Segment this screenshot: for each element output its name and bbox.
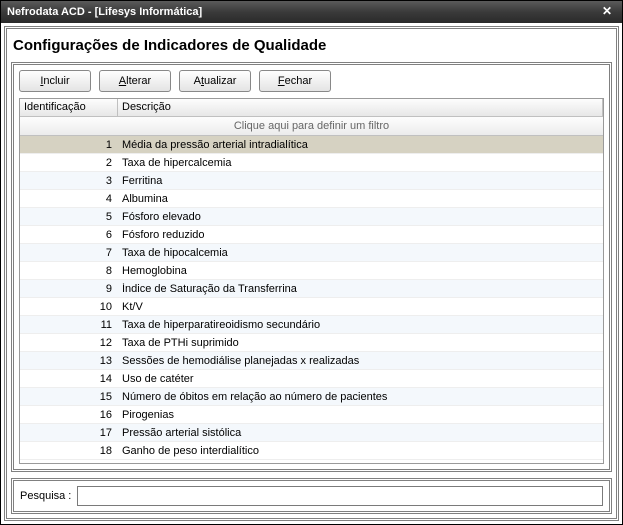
- client-area: Configurações de Indicadores de Qualidad…: [1, 23, 622, 524]
- table-row[interactable]: 3Ferritina: [20, 172, 603, 190]
- cell-desc: Kt/V: [118, 301, 603, 313]
- table-row[interactable]: 8Hemoglobina: [20, 262, 603, 280]
- table-row[interactable]: 7Taxa de hipocalcemia: [20, 244, 603, 262]
- cell-id: 1: [20, 139, 118, 151]
- cell-desc: Média da pressão arterial intradialítica: [118, 139, 603, 151]
- grid-filter-row[interactable]: Clique aqui para definir um filtro: [20, 117, 603, 136]
- cell-id: 6: [20, 229, 118, 241]
- cell-id: 15: [20, 391, 118, 403]
- cell-desc: Pressão arterial sistólica: [118, 427, 603, 439]
- column-header-desc[interactable]: Descrição: [118, 99, 603, 116]
- cell-id: 7: [20, 247, 118, 259]
- atualizar-label-rest: ualizar: [204, 75, 236, 87]
- cell-desc: Pirogenias: [118, 409, 603, 421]
- search-label: Pesquisa :: [20, 490, 71, 502]
- cell-desc: Taxa de hipercalcemia: [118, 157, 603, 169]
- cell-id: 4: [20, 193, 118, 205]
- incluir-label-rest: ncluir: [43, 75, 69, 87]
- cell-desc: Índice de Saturação da Transferrina: [118, 283, 603, 295]
- table-row[interactable]: 10Kt/V: [20, 298, 603, 316]
- table-row[interactable]: 2Taxa de hipercalcemia: [20, 154, 603, 172]
- data-grid: Identificação Descrição Clique aqui para…: [19, 98, 604, 464]
- cell-desc: Número de óbitos em relação ao número de…: [118, 391, 603, 403]
- search-panel: Pesquisa :: [11, 478, 612, 514]
- cell-id: 9: [20, 283, 118, 295]
- cell-desc: Sessões de hemodiálise planejadas x real…: [118, 355, 603, 367]
- table-row[interactable]: 12Taxa de PTHi suprimido: [20, 334, 603, 352]
- cell-id: 3: [20, 175, 118, 187]
- table-row[interactable]: 6Fósforo reduzido: [20, 226, 603, 244]
- fechar-button[interactable]: Fechar: [259, 70, 331, 92]
- alterar-button[interactable]: Alterar: [99, 70, 171, 92]
- cell-id: 13: [20, 355, 118, 367]
- cell-desc: Fósforo reduzido: [118, 229, 603, 241]
- atualizar-button[interactable]: Atualizar: [179, 70, 251, 92]
- cell-id: 17: [20, 427, 118, 439]
- page-title: Configurações de Indicadores de Qualidad…: [11, 33, 612, 62]
- cell-id: 10: [20, 301, 118, 313]
- cell-desc: Uso de catéter: [118, 373, 603, 385]
- cell-desc: Albumina: [118, 193, 603, 205]
- cell-id: 14: [20, 373, 118, 385]
- cell-desc: Taxa de hiperparatireoidismo secundário: [118, 319, 603, 331]
- table-row[interactable]: 1Média da pressão arterial intradialític…: [20, 136, 603, 154]
- table-row[interactable]: 16Pirogenias: [20, 406, 603, 424]
- column-header-id[interactable]: Identificação: [20, 99, 118, 116]
- app-window: Nefrodata ACD - [Lifesys Informática] ✕ …: [0, 0, 623, 525]
- alterar-label-rest: lterar: [126, 75, 151, 87]
- table-row[interactable]: 9Índice de Saturação da Transferrina: [20, 280, 603, 298]
- cell-id: 11: [20, 319, 118, 331]
- table-row[interactable]: 15Número de óbitos em relação ao número …: [20, 388, 603, 406]
- table-row[interactable]: 4Albumina: [20, 190, 603, 208]
- cell-id: 2: [20, 157, 118, 169]
- table-row[interactable]: 11Taxa de hiperparatireoidismo secundári…: [20, 316, 603, 334]
- grid-header: Identificação Descrição: [20, 99, 603, 117]
- cell-id: 16: [20, 409, 118, 421]
- close-icon[interactable]: ✕: [598, 4, 616, 20]
- incluir-button[interactable]: Incluir: [19, 70, 91, 92]
- table-row[interactable]: 18Ganho de peso interdialítico: [20, 442, 603, 460]
- fechar-label-rest: echar: [285, 75, 313, 87]
- grid-body[interactable]: 1Média da pressão arterial intradialític…: [20, 136, 603, 463]
- outer-frame: Configurações de Indicadores de Qualidad…: [4, 26, 619, 521]
- content-frame: Incluir Alterar Atualizar Fechar Identif…: [11, 62, 612, 472]
- cell-id: 5: [20, 211, 118, 223]
- table-row[interactable]: 14Uso de catéter: [20, 370, 603, 388]
- toolbar: Incluir Alterar Atualizar Fechar: [19, 70, 604, 92]
- cell-desc: Taxa de hipocalcemia: [118, 247, 603, 259]
- window-title: Nefrodata ACD - [Lifesys Informática]: [7, 6, 598, 18]
- cell-id: 8: [20, 265, 118, 277]
- table-row[interactable]: 13Sessões de hemodiálise planejadas x re…: [20, 352, 603, 370]
- cell-desc: Ganho de peso interdialítico: [118, 445, 603, 457]
- table-row[interactable]: 5Fósforo elevado: [20, 208, 603, 226]
- cell-id: 18: [20, 445, 118, 457]
- table-row[interactable]: 17Pressão arterial sistólica: [20, 424, 603, 442]
- titlebar: Nefrodata ACD - [Lifesys Informática] ✕: [1, 1, 622, 23]
- cell-desc: Hemoglobina: [118, 265, 603, 277]
- cell-id: 12: [20, 337, 118, 349]
- cell-desc: Taxa de PTHi suprimido: [118, 337, 603, 349]
- cell-desc: Fósforo elevado: [118, 211, 603, 223]
- search-input[interactable]: [77, 486, 603, 506]
- cell-desc: Ferritina: [118, 175, 603, 187]
